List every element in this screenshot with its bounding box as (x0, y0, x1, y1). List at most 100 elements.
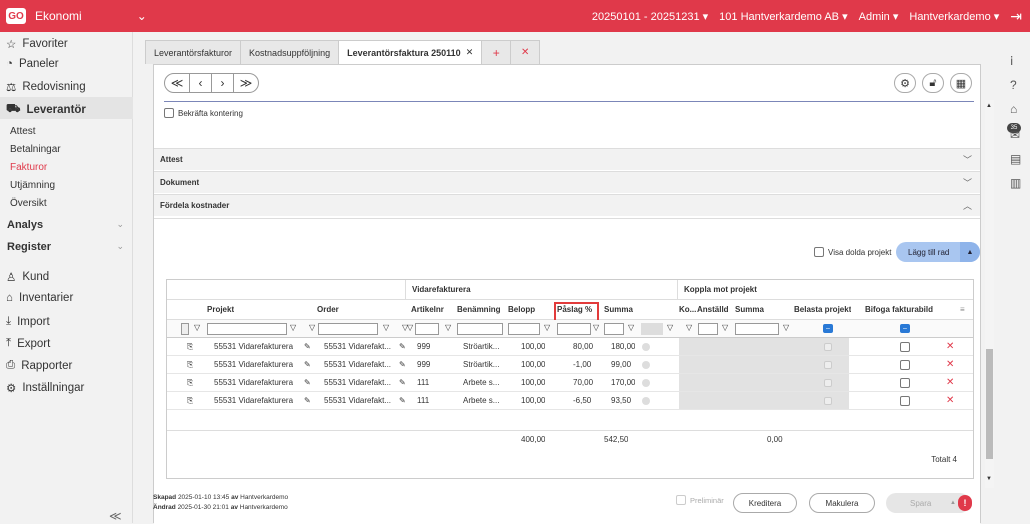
sidebar-sub-fakturor[interactable]: Fakturor (10, 162, 47, 173)
edit-icon[interactable]: ✎ (304, 392, 311, 409)
col-projekt[interactable]: Projekt (207, 300, 234, 319)
filter-icon[interactable]: ▽ (309, 323, 315, 332)
filter-icon[interactable]: ▽ (783, 323, 789, 332)
filter-projekt[interactable] (207, 323, 287, 335)
bifoga-all-checkbox[interactable]: – (900, 324, 910, 333)
scroll-down-icon[interactable]: ▼ (986, 476, 992, 482)
edit-icon[interactable]: ✎ (304, 338, 311, 355)
row-doc-icon[interactable]: ⎘ (187, 374, 193, 391)
select-all-checkbox[interactable] (181, 323, 189, 335)
row-doc-icon[interactable]: ⎘ (187, 356, 193, 373)
next-record-button[interactable]: › (211, 73, 234, 93)
filter-icon[interactable]: ▽ (722, 323, 728, 332)
col-summa[interactable]: Summa (604, 300, 633, 319)
col-belasta-projekt[interactable]: Belasta projekt (794, 300, 851, 319)
row-doc-icon[interactable]: ⎘ (187, 338, 193, 355)
chevron-down-icon[interactable]: ⌄ (137, 9, 147, 23)
filter-icon[interactable]: ▽ (445, 323, 451, 332)
filter-paslag[interactable] (557, 323, 591, 335)
section-fordela[interactable]: Fördela kostnader ︿ (154, 194, 980, 216)
column-menu-icon[interactable]: ≡ (960, 300, 965, 319)
filter-icon[interactable]: ▽ (407, 323, 413, 332)
bekrafta-kontering[interactable]: Bekräfta kontering (164, 108, 243, 118)
bifoga-checkbox[interactable] (900, 338, 910, 355)
filter-order[interactable] (318, 323, 378, 335)
row-doc-icon[interactable]: ⎘ (187, 392, 193, 409)
section-dokument[interactable]: Dokument ﹀ (154, 171, 980, 193)
delete-row-icon[interactable]: ✕ (946, 374, 954, 391)
visa-dolda-checkbox[interactable] (814, 247, 824, 257)
sidebar-item-installningar[interactable]: ⚙ Inställningar (6, 381, 84, 395)
filter-icon[interactable]: ▽ (686, 323, 692, 332)
user-menu[interactable]: Admin ▾ (859, 10, 899, 23)
sidebar-item-inventarier[interactable]: ⌂ Inventarier (6, 292, 73, 304)
add-tab-button[interactable]: + (481, 40, 512, 64)
filter-summa-projekt[interactable] (735, 323, 779, 335)
sidebar-sub-attest[interactable]: Attest (10, 126, 36, 137)
delete-row-icon[interactable]: ✕ (946, 338, 954, 355)
edit-icon[interactable]: ✎ (399, 374, 406, 391)
graduation-cap-icon[interactable]: ⌂ (1010, 102, 1017, 116)
tab-leverantorsfakturor[interactable]: Leverantörsfakturor (145, 40, 242, 64)
save-button[interactable]: Spara ▲! (886, 493, 972, 513)
sidebar-item-import[interactable]: ⤓ Import (6, 315, 50, 328)
sidebar-item-rapporter[interactable]: ⎙ Rapporter (6, 359, 72, 372)
table-row[interactable]: ⎘ 55531 Vidarefakturera ✎ 55531 Vidarefakt.… (167, 374, 973, 392)
filter-summa[interactable] (604, 323, 624, 335)
table-row[interactable]: ⎘ 55531 Vidarefakturera ✎ 55531 Vidarefakt.… (167, 338, 973, 356)
document-icon[interactable]: ▥ (1010, 176, 1021, 190)
section-attest[interactable]: Attest ﹀ (154, 148, 980, 170)
edit-icon[interactable]: ✎ (304, 374, 311, 391)
app-name[interactable]: Ekonomi (35, 9, 82, 23)
col-anstalld[interactable]: Anställd (697, 300, 729, 319)
delete-row-icon[interactable]: ✕ (946, 356, 954, 373)
belasta-all-checkbox[interactable]: – (823, 324, 833, 333)
edit-icon[interactable]: ✎ (304, 356, 311, 373)
col-benamning[interactable]: Benämning (457, 300, 501, 319)
bifoga-checkbox[interactable] (900, 392, 910, 409)
scrollbar-thumb[interactable] (986, 349, 993, 459)
sidebar-sub-utjamning[interactable]: Utjämning (10, 180, 55, 191)
first-record-button[interactable]: ≪ (164, 73, 190, 93)
sidebar-sub-oversikt[interactable]: Översikt (10, 198, 47, 209)
company-selector[interactable]: 101 Hantverkardemo AB ▾ (719, 10, 847, 23)
sidebar-item-favoriter[interactable]: ☆ Favoriter (6, 37, 68, 51)
tab-kostnadsuppfoljning[interactable]: Kostnadsuppföljning (240, 40, 340, 64)
caret-up-icon[interactable]: ▲ (960, 242, 980, 262)
role-menu[interactable]: Hantverkardemo ▾ (909, 10, 999, 23)
filter-icon[interactable]: ▽ (593, 323, 599, 332)
filter-benamning[interactable] (457, 323, 503, 335)
calculator-icon[interactable]: ▦ (950, 73, 972, 93)
table-row[interactable]: ⎘ 55531 Vidarefakturera ✎ 55531 Vidarefakt.… (167, 356, 973, 374)
prev-record-button[interactable]: ‹ (189, 73, 212, 93)
sidebar-item-paneler[interactable]: ◔ Paneler (6, 58, 59, 70)
document-check-icon[interactable]: ▤ (1010, 152, 1021, 166)
caret-up-icon[interactable]: ▲ (950, 500, 956, 506)
sidebar-sub-betalningar[interactable]: Betalningar (10, 144, 61, 155)
col-order[interactable]: Order (317, 300, 339, 319)
add-row-button[interactable]: Lägg till rad ▲ (896, 242, 980, 262)
filter-icon[interactable]: ▽ (667, 323, 673, 332)
sidebar-item-leverantor[interactable]: ⛟ Leverantör (6, 102, 86, 117)
edit-icon[interactable]: ✎ (399, 338, 406, 355)
kreditera-button[interactable]: Kreditera (733, 493, 797, 513)
period-selector[interactable]: 20250101 - 20251231 ▾ (592, 10, 708, 23)
filter-icon[interactable]: ▽ (194, 323, 200, 332)
makulera-button[interactable]: Makulera (809, 493, 875, 513)
edit-icon[interactable]: ✎ (399, 356, 406, 373)
warning-icon[interactable]: ! (958, 495, 972, 511)
edit-icon[interactable]: ✎ (399, 392, 406, 409)
table-row[interactable]: ⎘ 55531 Vidarefakturera ✎ 55531 Vidarefakt.… (167, 392, 973, 410)
col-kostnadstyp[interactable]: Ko... (679, 300, 696, 319)
sidebar-item-export[interactable]: ⤒ Export (6, 337, 50, 350)
col-belopp[interactable]: Belopp (508, 300, 535, 319)
sidebar-group-register[interactable]: Register ⌄ (7, 241, 127, 253)
vertical-scrollbar[interactable]: ▲ ▼ (985, 100, 994, 488)
filter-anstalld[interactable] (698, 323, 718, 335)
info-icon[interactable]: ⅰ (1010, 54, 1013, 68)
bifoga-checkbox[interactable] (900, 374, 910, 391)
filter-icon[interactable]: ▽ (383, 323, 389, 332)
sidebar-group-analys[interactable]: Analys ⌄ (7, 219, 127, 231)
settings-icon[interactable]: ⚙ (894, 73, 916, 93)
help-icon[interactable]: ? (1010, 78, 1017, 92)
